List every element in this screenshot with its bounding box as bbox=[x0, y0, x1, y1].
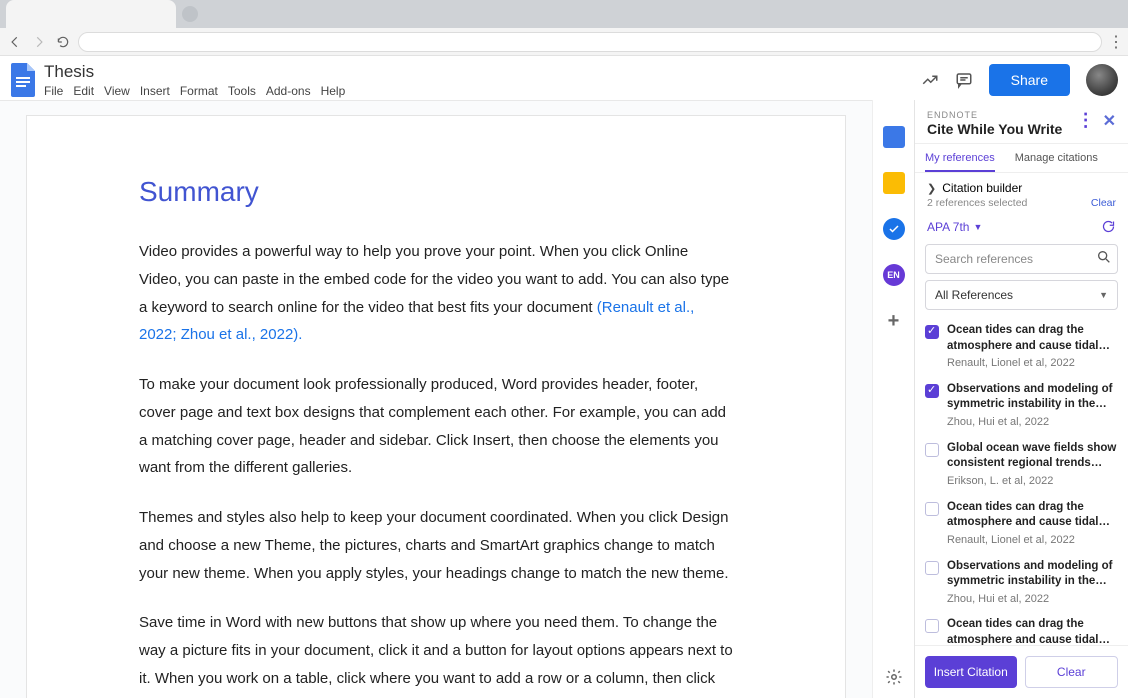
reference-checkbox[interactable] bbox=[925, 619, 939, 633]
panel-brand: ENDNOTE bbox=[927, 110, 1077, 120]
menu-format[interactable]: Format bbox=[180, 84, 218, 98]
menu-addons[interactable]: Add-ons bbox=[266, 84, 311, 98]
menu-bar: File Edit View Insert Format Tools Add-o… bbox=[44, 84, 345, 98]
refresh-icon[interactable] bbox=[1101, 219, 1116, 234]
url-input[interactable] bbox=[78, 32, 1102, 52]
forward-icon[interactable] bbox=[30, 33, 48, 51]
reference-checkbox[interactable] bbox=[925, 325, 939, 339]
reference-list: Ocean tides can drag the atmosphere and … bbox=[915, 318, 1128, 645]
endnote-addon-icon[interactable]: EN bbox=[883, 264, 905, 286]
endnote-panel: ENDNOTE Cite While You Write ⋮ ✕ My refe… bbox=[914, 100, 1128, 698]
reference-authors: Erikson, L. et al, 2022 bbox=[947, 474, 1118, 489]
body-paragraph: Themes and styles also help to keep your… bbox=[139, 504, 733, 587]
body-paragraph: To make your document look professionall… bbox=[139, 371, 733, 482]
reference-item[interactable]: Ocean tides can drag the atmosphere and … bbox=[923, 612, 1120, 645]
activity-icon[interactable] bbox=[921, 71, 939, 89]
insert-citation-button[interactable]: Insert Citation bbox=[925, 656, 1017, 688]
reference-authors: Renault, Lionel et al, 2022 bbox=[947, 533, 1118, 548]
menu-insert[interactable]: Insert bbox=[140, 84, 170, 98]
reference-title: Ocean tides can drag the atmosphere and … bbox=[947, 500, 1118, 531]
share-button[interactable]: Share bbox=[989, 64, 1070, 96]
reference-title: Observations and modeling of symmetric i… bbox=[947, 559, 1118, 590]
comments-icon[interactable] bbox=[955, 71, 973, 89]
new-tab-button[interactable] bbox=[182, 6, 198, 22]
search-icon[interactable] bbox=[1096, 249, 1112, 265]
menu-edit[interactable]: Edit bbox=[73, 84, 94, 98]
reference-item[interactable]: Ocean tides can drag the atmosphere and … bbox=[923, 495, 1120, 554]
document-page: Summary Video provides a powerful way to… bbox=[26, 115, 846, 698]
citation-builder-toggle[interactable]: ❯ Citation builder bbox=[915, 173, 1128, 197]
reference-item[interactable]: Ocean tides can drag the atmosphere and … bbox=[923, 318, 1120, 377]
menu-help[interactable]: Help bbox=[321, 84, 346, 98]
reference-authors: Zhou, Hui et al, 2022 bbox=[947, 415, 1118, 430]
browser-toolbar: ⋮ bbox=[0, 28, 1128, 56]
reference-group-select[interactable]: All References ▼ bbox=[925, 280, 1118, 310]
reference-checkbox[interactable] bbox=[925, 384, 939, 398]
citation-builder-label: Citation builder bbox=[942, 181, 1022, 195]
clear-selection-link[interactable]: Clear bbox=[1091, 197, 1116, 209]
panel-title: Cite While You Write bbox=[927, 121, 1077, 137]
body-paragraph: Save time in Word with new buttons that … bbox=[139, 609, 733, 698]
selected-count: 2 references selected bbox=[927, 197, 1027, 209]
document-title[interactable]: Thesis bbox=[44, 62, 345, 82]
tab-manage-citations[interactable]: Manage citations bbox=[1015, 152, 1098, 172]
reference-item[interactable]: Observations and modeling of symmetric i… bbox=[923, 554, 1120, 613]
menu-view[interactable]: View bbox=[104, 84, 130, 98]
page-heading: Summary bbox=[139, 176, 733, 208]
browser-tab[interactable] bbox=[6, 0, 176, 28]
browser-menu-icon[interactable]: ⋮ bbox=[1108, 32, 1122, 52]
search-input[interactable] bbox=[925, 244, 1118, 274]
reference-title: Ocean tides can drag the atmosphere and … bbox=[947, 323, 1118, 354]
avatar[interactable] bbox=[1086, 64, 1118, 96]
back-icon[interactable] bbox=[6, 33, 24, 51]
menu-file[interactable]: File bbox=[44, 84, 63, 98]
reference-item[interactable]: Global ocean wave fields show consistent… bbox=[923, 436, 1120, 495]
chevron-down-icon: ▼ bbox=[1099, 290, 1108, 300]
tab-my-references[interactable]: My references bbox=[925, 152, 995, 172]
reference-checkbox[interactable] bbox=[925, 561, 939, 575]
tasks-icon[interactable] bbox=[883, 218, 905, 240]
reference-title: Global ocean wave fields show consistent… bbox=[947, 441, 1118, 472]
gdocs-header: Thesis File Edit View Insert Format Tool… bbox=[0, 56, 1128, 100]
reference-checkbox[interactable] bbox=[925, 443, 939, 457]
chevron-down-icon: ▼ bbox=[973, 222, 982, 232]
gdocs-logo-icon[interactable] bbox=[10, 62, 38, 98]
reload-icon[interactable] bbox=[54, 33, 72, 51]
reference-authors: Renault, Lionel et al, 2022 bbox=[947, 356, 1118, 371]
keep-icon[interactable] bbox=[883, 172, 905, 194]
document-canvas[interactable]: Summary Video provides a powerful way to… bbox=[0, 100, 872, 698]
add-addon-icon[interactable]: + bbox=[883, 310, 905, 332]
settings-icon[interactable] bbox=[885, 668, 903, 686]
calendar-icon[interactable] bbox=[883, 126, 905, 148]
clear-button[interactable]: Clear bbox=[1025, 656, 1119, 688]
body-paragraph: Video provides a powerful way to help yo… bbox=[139, 238, 733, 349]
citation-style-select[interactable]: APA 7th▼ bbox=[927, 220, 982, 234]
browser-tab-strip bbox=[0, 0, 1128, 28]
panel-more-icon[interactable]: ⋮ bbox=[1077, 110, 1095, 131]
side-rail: EN + bbox=[872, 100, 914, 698]
reference-title: Ocean tides can drag the atmosphere and … bbox=[947, 617, 1118, 645]
menu-tools[interactable]: Tools bbox=[228, 84, 256, 98]
close-icon[interactable]: ✕ bbox=[1103, 111, 1116, 131]
reference-authors: Zhou, Hui et al, 2022 bbox=[947, 592, 1118, 607]
reference-item[interactable]: Observations and modeling of symmetric i… bbox=[923, 377, 1120, 436]
chevron-right-icon: ❯ bbox=[927, 182, 936, 195]
reference-title: Observations and modeling of symmetric i… bbox=[947, 382, 1118, 413]
reference-checkbox[interactable] bbox=[925, 502, 939, 516]
